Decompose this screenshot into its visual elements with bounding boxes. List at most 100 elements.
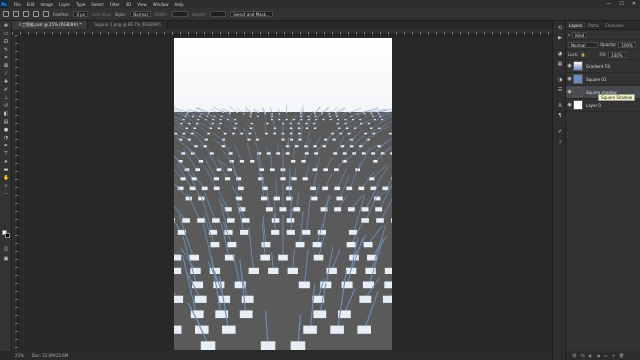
new-layer-icon[interactable]: + bbox=[612, 353, 615, 358]
cube bbox=[357, 325, 371, 334]
menu-3d[interactable]: 3D bbox=[126, 2, 132, 7]
cube bbox=[373, 160, 378, 163]
opacity-input[interactable]: 100% bbox=[618, 41, 636, 48]
layer-kind-select[interactable]: Kind bbox=[572, 31, 588, 38]
marquee-tool-icon[interactable]: ▭ bbox=[3, 32, 9, 37]
paragraph-panel-icon[interactable]: ¶ bbox=[556, 113, 564, 119]
frame-tool-icon[interactable]: ⊠ bbox=[3, 64, 9, 69]
screen-mode-icon[interactable]: ▣ bbox=[3, 257, 9, 262]
history-brush-tool-icon[interactable]: ↺ bbox=[3, 104, 9, 109]
hand-tool-icon[interactable]: ✋ bbox=[3, 176, 9, 181]
gradient-tool-icon[interactable]: ▤ bbox=[3, 120, 9, 125]
menu-file[interactable]: File bbox=[14, 2, 21, 7]
cube bbox=[350, 145, 354, 148]
dodge-tool-icon[interactable]: ◔ bbox=[3, 136, 9, 141]
eyedropper-tool-icon[interactable]: ⁄ bbox=[3, 72, 9, 77]
maximize-icon[interactable]: ☐ bbox=[619, 1, 623, 7]
menu-select[interactable]: Select bbox=[91, 2, 103, 7]
layer-item-gradient-fill[interactable]: ◉ Gradient Fill bbox=[566, 60, 640, 73]
new-selection-icon[interactable] bbox=[13, 11, 19, 17]
cube bbox=[287, 267, 298, 274]
blend-mode-select[interactable]: Normal bbox=[568, 41, 598, 48]
intersect-selection-icon[interactable] bbox=[43, 11, 49, 17]
add-selection-icon[interactable] bbox=[23, 11, 29, 17]
select-and-mask-button[interactable]: Select and Mask... bbox=[230, 11, 273, 17]
fill-input[interactable]: 100% bbox=[608, 51, 626, 58]
menu-image[interactable]: Image bbox=[40, 2, 53, 7]
marquee-tool-preset-icon[interactable] bbox=[3, 11, 9, 17]
add-mask-icon[interactable]: ◐ bbox=[589, 353, 593, 358]
style-select[interactable]: Normal bbox=[130, 11, 151, 17]
visibility-eye-icon[interactable]: ◉ bbox=[566, 76, 573, 82]
menu-type[interactable]: Type bbox=[76, 2, 85, 7]
blur-tool-icon[interactable]: ● bbox=[3, 128, 9, 133]
cube bbox=[295, 145, 299, 148]
cube bbox=[209, 127, 212, 129]
menu-view[interactable]: View bbox=[137, 2, 147, 7]
brush-tool-icon[interactable]: ✐ bbox=[3, 88, 9, 93]
document-canvas[interactable] bbox=[174, 38, 392, 350]
cube bbox=[336, 196, 343, 201]
adjustments-panel-icon[interactable]: ◑ bbox=[556, 77, 564, 83]
color-panel-icon[interactable]: ◕ bbox=[556, 51, 564, 57]
properties-panel-icon[interactable]: ☰ bbox=[556, 87, 564, 93]
minimize-icon[interactable]: — bbox=[606, 1, 611, 7]
brushes-panel-icon[interactable]: ✐ bbox=[556, 129, 564, 135]
feather-input[interactable]: 0 px bbox=[73, 11, 89, 17]
subtract-selection-icon[interactable] bbox=[33, 11, 39, 17]
tab-document-1[interactable]: 人工智能.psd @ 25% (RGB/8#) * bbox=[12, 21, 89, 29]
lock-icon[interactable]: 🔒 bbox=[580, 52, 585, 57]
delete-layer-icon[interactable]: 🗑 bbox=[619, 353, 624, 358]
character-panel-icon[interactable]: A bbox=[556, 103, 564, 109]
swatches-panel-icon[interactable]: ▦ bbox=[556, 61, 564, 67]
pen-tool-icon[interactable]: ✒ bbox=[3, 144, 9, 149]
layer-item-square-01[interactable]: ◉ Square 01 bbox=[566, 73, 640, 86]
history-panel-icon[interactable]: ⟲ bbox=[556, 25, 564, 31]
close-icon[interactable]: ✕ bbox=[632, 1, 636, 7]
tab-document-2[interactable]: Square 1.png @ 66.7% (RGB/8#) bbox=[88, 21, 168, 29]
background-color-swatch[interactable] bbox=[5, 233, 10, 238]
fx-icon[interactable]: fx bbox=[581, 353, 585, 358]
menu-edit[interactable]: Edit bbox=[27, 2, 35, 7]
path-selection-tool-icon[interactable]: ➤ bbox=[3, 160, 9, 165]
zoom-level[interactable]: 25% bbox=[15, 353, 24, 358]
visibility-eye-icon[interactable]: ◉ bbox=[566, 63, 573, 69]
menu-filter[interactable]: Filter bbox=[110, 2, 120, 7]
tab-paths[interactable]: Paths bbox=[585, 21, 602, 29]
cube bbox=[286, 218, 295, 223]
zoom-tool-icon[interactable]: ⌕ bbox=[3, 184, 9, 189]
eraser-tool-icon[interactable]: ◧ bbox=[3, 112, 9, 117]
tab-layers[interactable]: Layers bbox=[566, 21, 586, 29]
move-tool-icon[interactable]: ✥ bbox=[3, 24, 9, 29]
quick-mask-icon[interactable]: ◫ bbox=[3, 247, 9, 252]
width-input[interactable] bbox=[171, 11, 188, 17]
link-layers-icon[interactable]: ⛓ bbox=[572, 353, 577, 358]
more-tools-icon[interactable]: ⋯ bbox=[3, 192, 9, 197]
menu-help[interactable]: Help bbox=[174, 2, 183, 7]
cube bbox=[212, 218, 220, 223]
visibility-eye-icon[interactable]: ◉ bbox=[566, 102, 573, 108]
document-size[interactable]: Doc: 22.6M/22.6M bbox=[32, 353, 68, 358]
cube bbox=[313, 111, 316, 113]
clone-source-panel-icon[interactable]: ⊥ bbox=[556, 139, 564, 145]
actions-panel-icon[interactable]: ▶ bbox=[556, 35, 564, 41]
clone-stamp-tool-icon[interactable]: ⊥ bbox=[3, 96, 9, 101]
visibility-eye-icon[interactable]: ◉ bbox=[566, 89, 573, 95]
height-input[interactable] bbox=[210, 11, 227, 17]
layer-item-square-shadow[interactable]: ◉ Square shadow Square Shadow bbox=[566, 86, 640, 101]
crop-tool-icon[interactable]: ⌗ bbox=[3, 56, 9, 61]
healing-brush-tool-icon[interactable]: ✚ bbox=[3, 80, 9, 85]
menu-window[interactable]: Window bbox=[153, 2, 169, 7]
lasso-tool-icon[interactable]: ᘏ bbox=[3, 40, 9, 45]
antialias-checkbox[interactable]: Anti-alias bbox=[92, 12, 111, 17]
adjustment-layer-icon[interactable]: ◑ bbox=[596, 353, 600, 358]
new-group-icon[interactable]: ▭ bbox=[604, 353, 608, 358]
cube bbox=[302, 229, 311, 235]
cube bbox=[228, 113, 231, 115]
type-tool-icon[interactable]: T bbox=[3, 152, 9, 157]
rectangle-tool-icon[interactable]: ▬ bbox=[3, 168, 9, 173]
menu-layer[interactable]: Layer bbox=[59, 2, 70, 7]
quick-select-tool-icon[interactable]: ✎ bbox=[3, 48, 9, 53]
layer-item-layer-0[interactable]: ◉ Layer 0 bbox=[566, 99, 640, 112]
tab-channels[interactable]: Channels bbox=[602, 21, 627, 29]
